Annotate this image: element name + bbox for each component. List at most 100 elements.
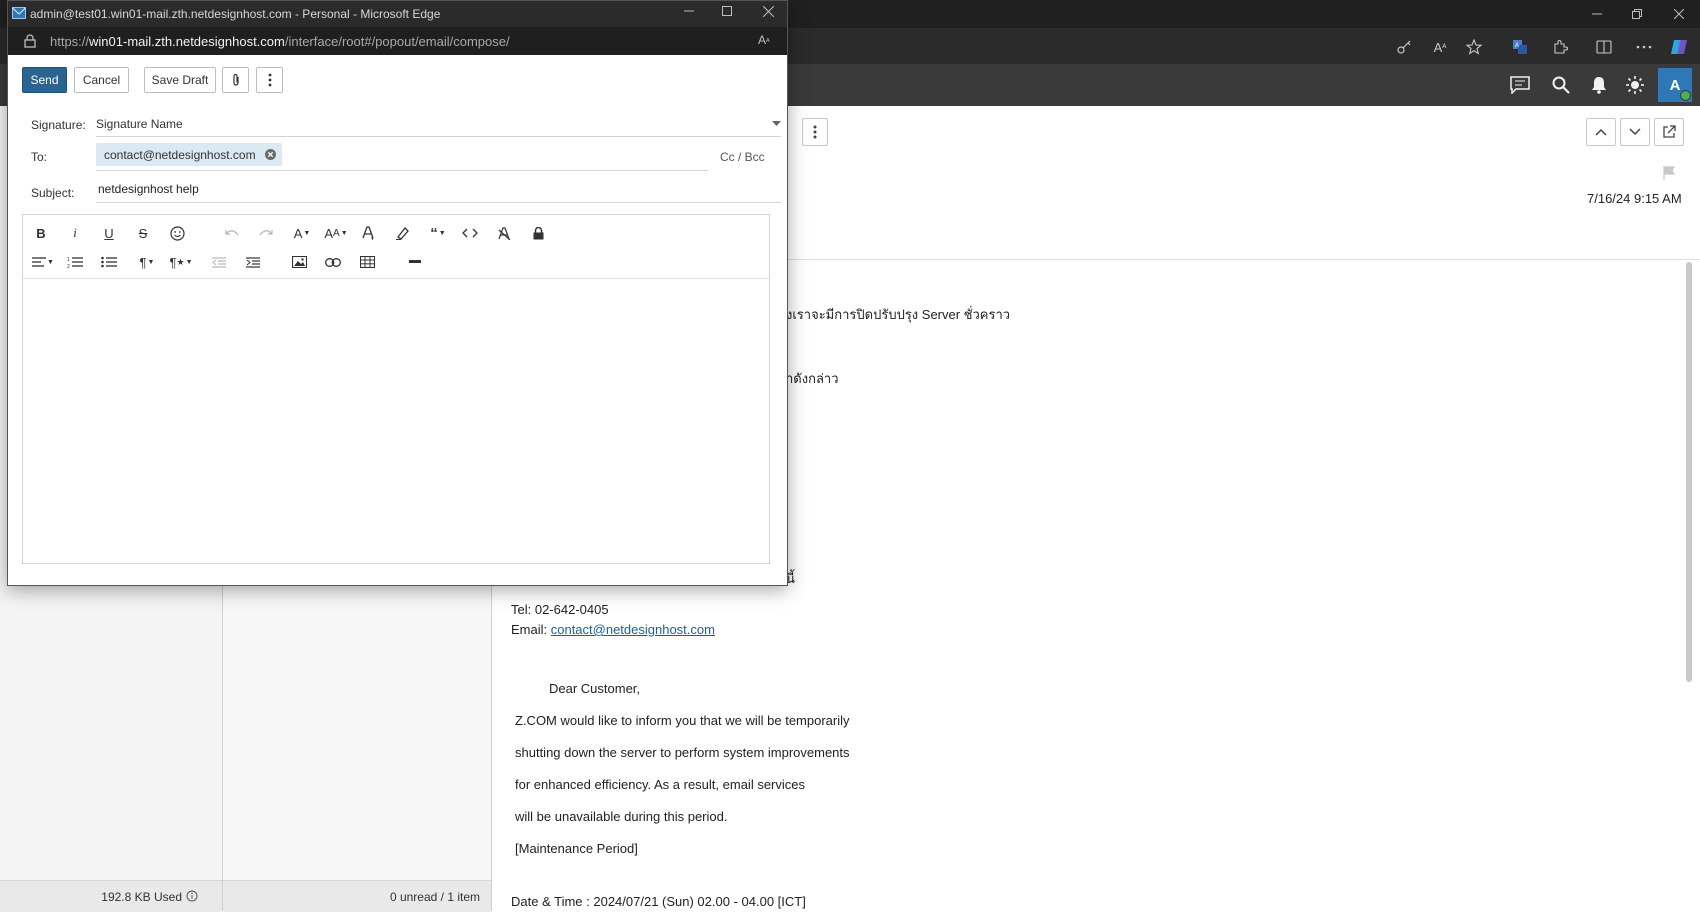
lock-icon[interactable]	[526, 222, 550, 244]
editor-toolbar: B i U S A ▼ A A ▼ “▼ ▼ 1 2 ¶ ▼ ¶ ★ ▼	[23, 215, 769, 279]
reader-more-actions-button[interactable]	[802, 118, 828, 146]
info-icon[interactable]	[186, 890, 198, 902]
to-field[interactable]: contact@netdesignhost.com	[96, 141, 708, 171]
bullet-list-icon[interactable]	[97, 251, 121, 273]
read-aloud-icon[interactable]: Aᴬ	[758, 33, 770, 47]
minimize-icon[interactable]	[1582, 4, 1612, 24]
url-host: win01-mail.zth.netdesignhost.com	[89, 34, 285, 49]
undo-icon[interactable]	[220, 222, 244, 244]
subject-input[interactable]: netdesignhost help	[96, 177, 781, 203]
signature-value: Signature Name	[96, 117, 183, 131]
extensions-icon[interactable]	[1548, 35, 1572, 59]
rich-text-editor: B i U S A ▼ A A ▼ “▼ ▼ 1 2 ¶ ▼ ¶ ★ ▼	[22, 214, 770, 564]
split-screen-icon[interactable]	[1592, 35, 1616, 59]
key-icon[interactable]	[1392, 35, 1416, 59]
italic-icon[interactable]: i	[63, 222, 87, 244]
insert-link-icon[interactable]	[321, 251, 345, 273]
favorite-star-icon[interactable]	[1462, 35, 1486, 59]
strikethrough-icon[interactable]: S	[131, 222, 155, 244]
compose-popup-window: admin@test01.win01-mail.zth.netdesignhos…	[7, 0, 788, 586]
body-line: Z.COM would like to inform you that we w…	[515, 713, 850, 728]
cc-bcc-link[interactable]: Cc / Bcc	[720, 150, 765, 164]
insert-table-icon[interactable]	[355, 251, 379, 273]
highlight-icon[interactable]	[390, 222, 414, 244]
blockquote-icon[interactable]: “▼	[424, 222, 452, 244]
body-line: will be unavailable during this period.	[515, 809, 728, 824]
font-size-icon[interactable]: A A ▼	[322, 222, 350, 244]
numbered-list-icon[interactable]: 12	[63, 251, 87, 273]
signature-label: Signature:	[31, 118, 86, 132]
search-icon[interactable]	[1548, 72, 1574, 98]
translate-icon[interactable]: A	[1508, 35, 1532, 59]
font-family-icon[interactable]: A ▼	[288, 222, 316, 244]
restore-icon[interactable]	[1622, 4, 1652, 24]
chat-icon[interactable]	[1507, 72, 1533, 98]
outdent-icon[interactable]	[207, 251, 231, 273]
bold-icon[interactable]: B	[29, 222, 53, 244]
url-path: /interface/root#/popout/email/compose/	[284, 34, 510, 49]
popout-button[interactable]	[1654, 118, 1684, 146]
message-count-status-bar: 0 unread / 1 item	[223, 880, 491, 912]
popup-url[interactable]: https://win01-mail.zth.netdesignhost.com…	[50, 34, 510, 49]
chevron-down-icon	[772, 121, 781, 126]
signature-select[interactable]: Signature Name	[96, 112, 781, 137]
next-message-button[interactable]	[1620, 118, 1650, 146]
svg-text:1: 1	[67, 257, 70, 263]
mail-icon	[12, 7, 26, 19]
paperclip-icon	[232, 73, 239, 86]
remove-recipient-icon[interactable]	[264, 149, 276, 160]
flag-icon[interactable]	[1662, 165, 1676, 181]
maximize-icon[interactable]	[722, 6, 732, 16]
insert-image-icon[interactable]	[287, 251, 311, 273]
more-options-button[interactable]	[256, 67, 283, 93]
avatar[interactable]: A	[1658, 68, 1692, 102]
svg-text:A: A	[1515, 43, 1519, 49]
cancel-button[interactable]: Cancel	[74, 67, 129, 93]
close-icon[interactable]	[763, 6, 774, 17]
popup-address-bar[interactable]: https://win01-mail.zth.netdesignhost.com…	[8, 27, 787, 55]
attach-button[interactable]	[222, 67, 249, 93]
subject-value: netdesignhost help	[98, 182, 199, 196]
to-label: To:	[31, 150, 48, 164]
read-aloud-icon[interactable]: Aᴬ	[1428, 35, 1452, 59]
url-prefix: https://	[50, 34, 90, 49]
email-label: Email:	[511, 622, 551, 637]
online-status-indicator	[1680, 90, 1691, 101]
close-icon[interactable]	[1664, 4, 1694, 24]
lock-icon[interactable]	[24, 34, 36, 48]
more-icon[interactable]	[1632, 35, 1656, 59]
code-icon[interactable]	[458, 222, 482, 244]
align-icon[interactable]: ▼	[29, 251, 57, 273]
subject-label: Subject:	[31, 186, 75, 200]
clear-formatting-icon[interactable]	[492, 222, 516, 244]
recipient-chip[interactable]: contact@netdesignhost.com	[96, 143, 282, 166]
paragraph-format-icon[interactable]: ¶ ▼	[133, 251, 161, 273]
copilot-icon[interactable]	[1668, 35, 1692, 59]
popup-title: admin@test01.win01-mail.zth.netdesignhos…	[30, 7, 441, 21]
bell-icon[interactable]	[1586, 72, 1612, 98]
email-link[interactable]: contact@netdesignhost.com	[551, 622, 715, 637]
avatar-letter: A	[1669, 76, 1681, 94]
horizontal-rule-icon[interactable]	[403, 251, 427, 273]
body-line: Date & Time : 2024/07/21 (Sun) 02.00 - 0…	[511, 894, 806, 909]
underline-icon[interactable]: U	[97, 222, 121, 244]
reader-scrollbar[interactable]	[1686, 262, 1692, 682]
previous-message-button[interactable]	[1586, 118, 1616, 146]
redo-icon[interactable]	[254, 222, 278, 244]
send-button[interactable]: Send	[22, 67, 67, 93]
save-draft-button[interactable]: Save Draft	[144, 67, 216, 93]
svg-text:2: 2	[67, 264, 70, 268]
text-color-icon[interactable]	[356, 222, 380, 244]
email-line: Email: contact@netdesignhost.com	[511, 622, 715, 637]
message-date: 7/16/24 9:15 AM	[1587, 191, 1682, 206]
emoji-icon[interactable]	[165, 222, 189, 244]
popup-title-bar: admin@test01.win01-mail.zth.netdesignhos…	[8, 1, 787, 27]
theme-icon[interactable]	[1622, 72, 1648, 98]
storage-used: 192.8 KB Used	[101, 890, 182, 904]
tel-line: Tel: 02-642-0405	[511, 602, 609, 617]
thai-text-line-2: าดังกล่าว	[786, 371, 839, 386]
message-body-editor[interactable]	[23, 278, 769, 563]
paragraph-style-icon[interactable]: ¶ ★ ▼	[167, 251, 195, 273]
minimize-icon[interactable]	[684, 6, 694, 16]
indent-icon[interactable]	[241, 251, 265, 273]
